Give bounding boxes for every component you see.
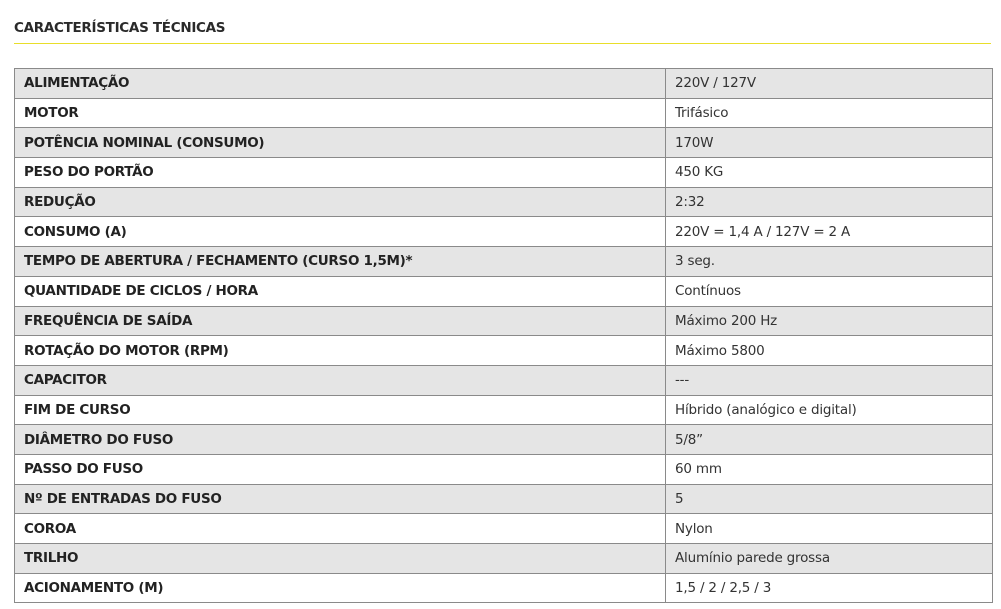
spec-label: ROTAÇÃO DO MOTOR (RPM): [14, 335, 666, 366]
spec-value: 220V / 127V: [665, 68, 993, 99]
spec-value: 5/8”: [665, 424, 993, 455]
spec-label: PESO DO PORTÃO: [14, 157, 666, 188]
specs-table-body: ALIMENTAÇÃO 220V / 127V MOTOR Trifásico …: [14, 68, 993, 604]
table-row: ALIMENTAÇÃO 220V / 127V: [14, 68, 993, 99]
table-row: DIÂMETRO DO FUSO 5/8”: [14, 424, 993, 455]
title-underline: [14, 43, 991, 44]
spec-value: 60 mm: [665, 453, 993, 485]
table-row: REDUÇÃO 2:32: [14, 186, 993, 218]
spec-value: 1,5 / 2 / 2,5 / 3: [665, 572, 993, 604]
spec-label: PASSO DO FUSO: [14, 453, 666, 485]
spec-label: TEMPO DE ABERTURA / FECHAMENTO (CURSO 1,…: [14, 246, 666, 277]
spec-value: 450 KG: [665, 157, 993, 188]
spec-label: MOTOR: [14, 97, 666, 129]
spec-value: 170W: [665, 127, 993, 159]
spec-label: REDUÇÃO: [14, 186, 666, 218]
specs-table: ALIMENTAÇÃO 220V / 127V MOTOR Trifásico …: [14, 68, 993, 604]
table-row: ROTAÇÃO DO MOTOR (RPM) Máximo 5800: [14, 335, 993, 366]
table-row: Nº DE ENTRADAS DO FUSO 5: [14, 483, 993, 515]
spec-label: CAPACITOR: [14, 364, 666, 396]
spec-value: 2:32: [665, 186, 993, 218]
table-row: TEMPO DE ABERTURA / FECHAMENTO (CURSO 1,…: [14, 246, 993, 277]
spec-label: POTÊNCIA NOMINAL (CONSUMO): [14, 127, 666, 159]
spec-label: ACIONAMENTO (M): [14, 572, 666, 604]
table-row: CONSUMO (A) 220V = 1,4 A / 127V = 2 A: [14, 216, 993, 248]
spec-label: DIÂMETRO DO FUSO: [14, 424, 666, 455]
spec-label: TRILHO: [14, 543, 666, 574]
table-row: POTÊNCIA NOMINAL (CONSUMO) 170W: [14, 127, 993, 159]
spec-value: 220V = 1,4 A / 127V = 2 A: [665, 216, 993, 248]
table-row: CAPACITOR ---: [14, 364, 993, 396]
spec-value: 5: [665, 483, 993, 515]
spec-value: Nylon: [665, 513, 993, 544]
spec-value: ---: [665, 364, 993, 396]
spec-value: Híbrido (analógico e digital): [665, 394, 993, 426]
table-row: FREQUÊNCIA DE SAÍDA Máximo 200 Hz: [14, 305, 993, 337]
table-row: COROA Nylon: [14, 513, 993, 544]
spec-value: 3 seg.: [665, 246, 993, 277]
spec-label: ALIMENTAÇÃO: [14, 68, 666, 99]
spec-label: Nº DE ENTRADAS DO FUSO: [14, 483, 666, 515]
spec-label: FIM DE CURSO: [14, 394, 666, 426]
table-row: PESO DO PORTÃO 450 KG: [14, 157, 993, 188]
table-row: FIM DE CURSO Híbrido (analógico e digita…: [14, 394, 993, 426]
spec-value: Trifásico: [665, 97, 993, 129]
spec-value: Contínuos: [665, 275, 993, 307]
spec-label: FREQUÊNCIA DE SAÍDA: [14, 305, 666, 337]
spec-label: CONSUMO (A): [14, 216, 666, 248]
table-row: PASSO DO FUSO 60 mm: [14, 453, 993, 485]
table-row: TRILHO Alumínio parede grossa: [14, 543, 993, 574]
table-row: MOTOR Trifásico: [14, 97, 993, 129]
spec-label: QUANTIDADE DE CICLOS / HORA: [14, 275, 666, 307]
spec-value: Máximo 200 Hz: [665, 305, 993, 337]
table-row: QUANTIDADE DE CICLOS / HORA Contínuos: [14, 275, 993, 307]
spec-value: Máximo 5800: [665, 335, 993, 366]
table-row: ACIONAMENTO (M) 1,5 / 2 / 2,5 / 3: [14, 572, 993, 604]
section-title: CARACTERÍSTICAS TÉCNICAS: [14, 20, 226, 36]
spec-label: COROA: [14, 513, 666, 544]
spec-value: Alumínio parede grossa: [665, 543, 993, 574]
